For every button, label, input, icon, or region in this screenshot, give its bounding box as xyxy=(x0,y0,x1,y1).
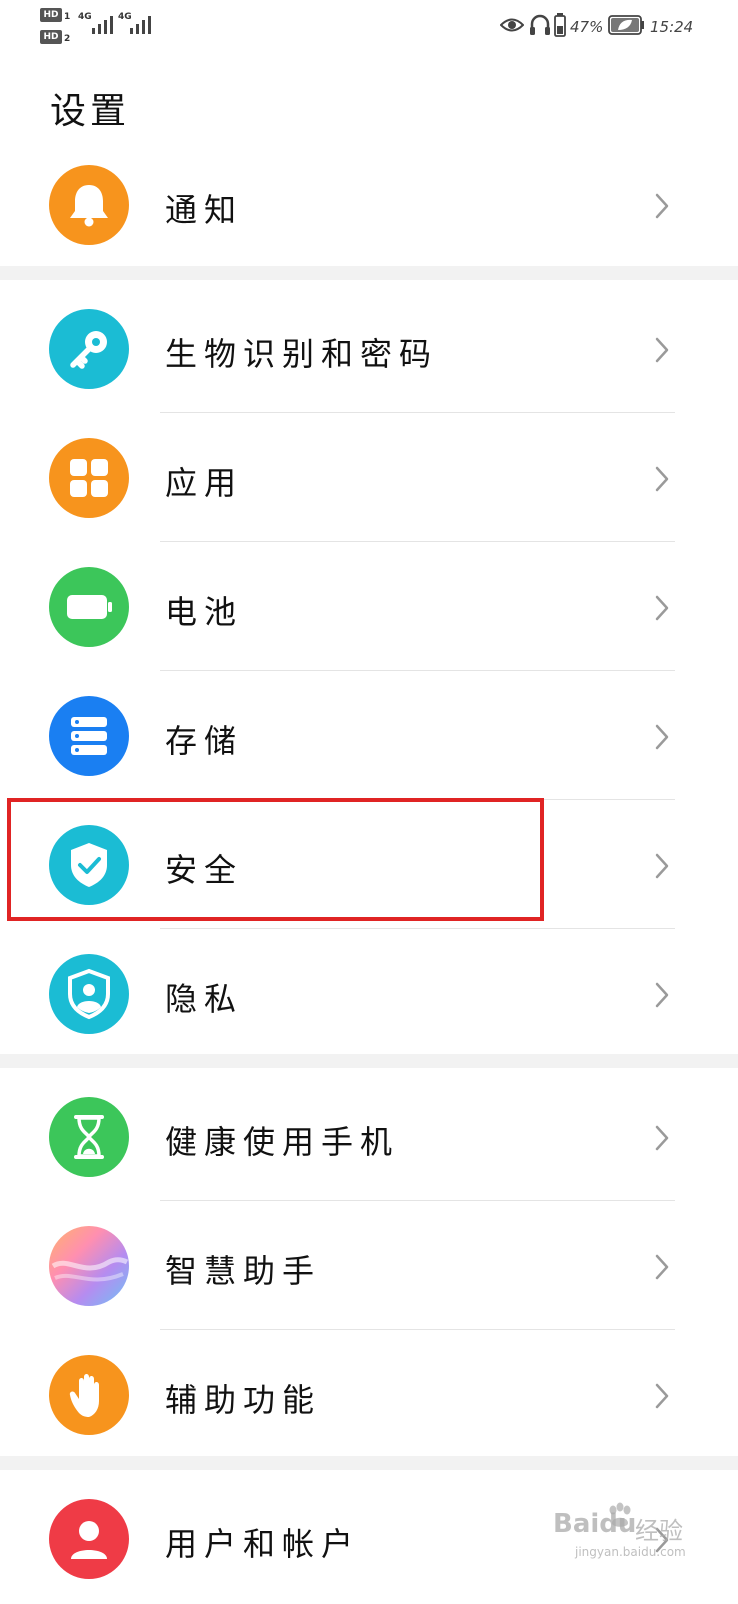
highlight-box xyxy=(7,798,544,921)
settings-item-digital-balance[interactable]: 健康使用手机 xyxy=(0,1072,738,1202)
settings-item-battery[interactable]: 电池 xyxy=(0,542,738,672)
chevron-right-icon xyxy=(655,1383,669,1409)
chevron-right-icon xyxy=(655,724,669,750)
settings-item-label: 隐私 xyxy=(165,980,244,1018)
chevron-right-icon xyxy=(655,193,669,219)
chevron-right-icon xyxy=(655,1254,669,1280)
settings-item-label: 辅助功能 xyxy=(165,1381,322,1419)
privacy-shield-icon xyxy=(49,954,129,1034)
signal-bars-icon xyxy=(130,16,151,34)
chevron-right-icon xyxy=(655,853,669,879)
settings-item-privacy[interactable]: 隐私 xyxy=(0,929,738,1059)
headphones-icon xyxy=(530,14,550,35)
assistant-gradient-icon xyxy=(49,1226,129,1306)
chevron-right-icon xyxy=(655,337,669,363)
settings-item-label: 生物识别和密码 xyxy=(165,335,439,373)
chevron-right-icon xyxy=(655,466,669,492)
settings-item-label: 智慧助手 xyxy=(165,1252,322,1290)
settings-item-label: 用户和帐户 xyxy=(165,1525,361,1563)
hd-badge-sim1: HD xyxy=(40,8,62,22)
clock-time: 15:24 xyxy=(650,18,694,36)
settings-item-biometrics-password[interactable]: 生物识别和密码 xyxy=(0,284,738,414)
settings-item-label: 通知 xyxy=(165,191,244,229)
settings-item-label: 存储 xyxy=(165,722,244,760)
battery-icon xyxy=(49,567,129,647)
signal-bars-icon xyxy=(92,16,113,34)
watermark-brand: Baidu xyxy=(553,1509,637,1539)
settings-item-smart-assistant[interactable]: 智慧助手 xyxy=(0,1201,738,1331)
settings-item-label: 应用 xyxy=(165,464,244,502)
battery-percent: 47% xyxy=(570,18,604,36)
sim1-number: 1 xyxy=(64,12,71,22)
storage-icon xyxy=(49,696,129,776)
bell-icon xyxy=(49,165,129,245)
battery-icon xyxy=(554,13,566,37)
settings-item-label: 电池 xyxy=(165,593,244,631)
settings-item-notifications[interactable]: 通知 xyxy=(0,140,738,270)
baidu-jingyan-watermark: Baidu 经验 jingyan.baidu.com xyxy=(553,1497,738,1567)
watermark-url: jingyan.baidu.com xyxy=(575,1545,686,1559)
chevron-right-icon xyxy=(655,595,669,621)
hand-icon xyxy=(49,1355,129,1435)
status-bar: HD 1 HD 2 4G 4G 47% 15:24 xyxy=(0,0,738,50)
key-icon xyxy=(49,309,129,389)
chevron-right-icon xyxy=(655,1125,669,1151)
status-right-group: 47% 15:24 xyxy=(500,10,700,40)
settings-item-storage[interactable]: 存储 xyxy=(0,671,738,801)
watermark-cn: 经验 xyxy=(635,1517,683,1545)
page-title: 设置 xyxy=(50,91,131,132)
settings-item-accessibility[interactable]: 辅助功能 xyxy=(0,1330,738,1460)
sim2-number: 2 xyxy=(64,34,71,44)
eye-icon xyxy=(500,18,524,32)
chevron-right-icon xyxy=(655,982,669,1008)
hd-badge-sim2: HD xyxy=(40,30,62,44)
user-icon xyxy=(49,1499,129,1579)
settings-item-apps[interactable]: 应用 xyxy=(0,413,738,543)
hourglass-icon xyxy=(49,1097,129,1177)
settings-item-label: 健康使用手机 xyxy=(165,1123,400,1161)
apps-grid-icon xyxy=(49,438,129,518)
leaf-battery-saver-icon xyxy=(608,15,644,35)
